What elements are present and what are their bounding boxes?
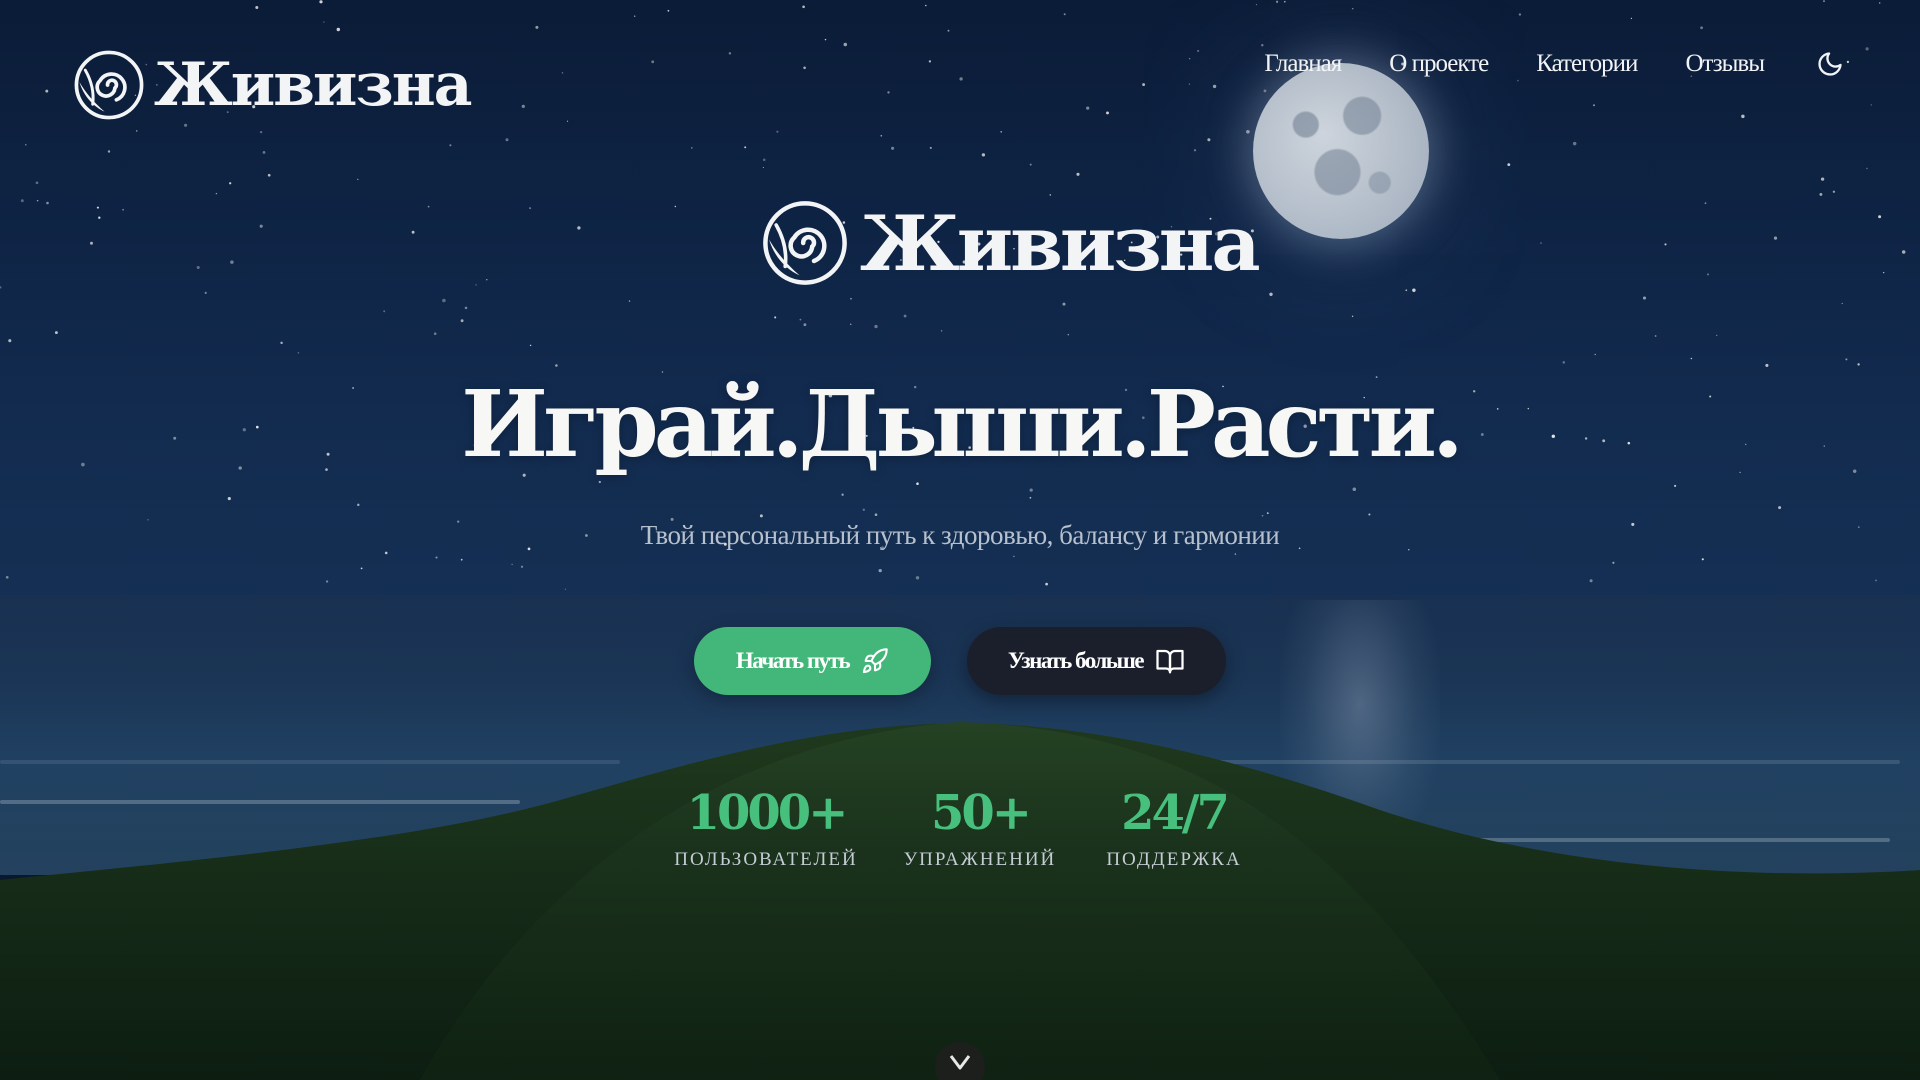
stat-exercises: 50+ УПРАЖНЕНИЙ: [880, 785, 1080, 871]
stat-label: ПОЛЬЗОВАТЕЛЕЙ: [674, 849, 858, 870]
stat-value: 1000+: [686, 785, 849, 841]
nav-item-reviews[interactable]: Отзывы: [1685, 50, 1765, 78]
landing-page: Живизна Главная О проекте Категории Отзы…: [0, 0, 1920, 1080]
learn-more-button[interactable]: Узнать больше: [967, 627, 1226, 695]
stats-row: 1000+ ПОЛЬЗОВАТЕЛЕЙ 50+ УПРАЖНЕНИЙ 24/7 …: [0, 785, 1920, 905]
start-journey-button[interactable]: Начать путь: [694, 627, 931, 695]
nav-item-home[interactable]: Главная: [1264, 50, 1342, 78]
nav-item-categories[interactable]: Категории: [1536, 50, 1638, 78]
spiral-leaf-logo-icon: [74, 50, 144, 120]
theme-toggle-button[interactable]: [1814, 48, 1846, 80]
stat-users: 1000+ ПОЛЬЗОВАТЕЛЕЙ: [666, 785, 866, 871]
header-logo[interactable]: Живизна: [72, 48, 472, 122]
hero-logo: Живизна: [760, 198, 1261, 288]
nav-item-about[interactable]: О проекте: [1389, 50, 1489, 78]
hero-brand-name: Живизна: [860, 198, 1261, 288]
stat-label: УПРАЖНЕНИЙ: [903, 849, 1057, 870]
main-nav: Главная О проекте Категории Отзывы: [1264, 48, 1846, 80]
hero-title: Играй.Дыши.Расти.: [461, 370, 1464, 478]
stat-label: ПОДДЕРЖКА: [1106, 849, 1242, 870]
open-book-icon: [1156, 649, 1184, 674]
hero-subtitle: Твой персональный путь к здоровью, балан…: [640, 520, 1280, 550]
stat-support: 24/7 ПОДДЕРЖКА: [1074, 785, 1274, 871]
spiral-leaf-logo-icon: [763, 201, 847, 285]
learn-more-label: Узнать больше: [1007, 648, 1145, 673]
stat-value: 24/7: [1121, 785, 1230, 841]
start-journey-label: Начать путь: [735, 648, 851, 673]
stat-value: 50+: [930, 785, 1032, 841]
chevron-down-icon: [949, 1055, 971, 1070]
rocket-icon: [863, 648, 888, 674]
brand-name: Живизна: [154, 50, 472, 120]
moon-icon: [1818, 52, 1842, 76]
